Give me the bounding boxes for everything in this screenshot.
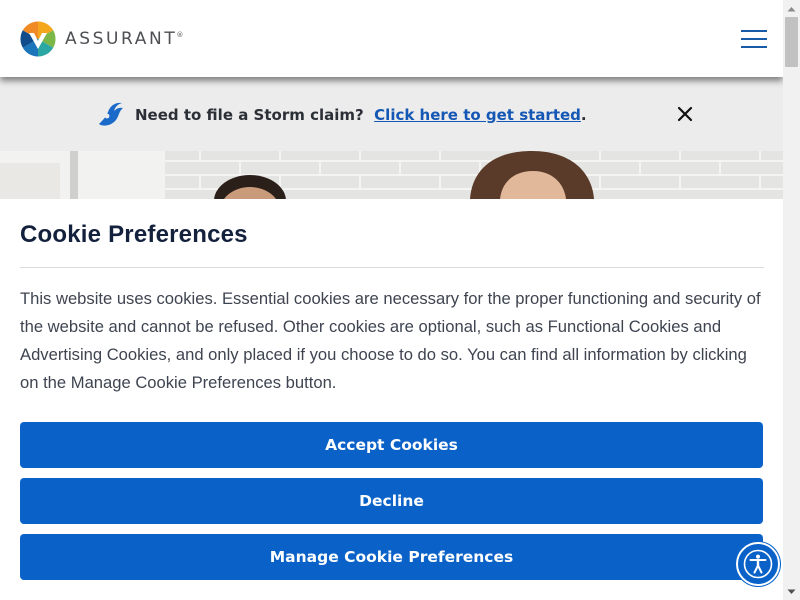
manage-cookie-preferences-button[interactable]: Manage Cookie Preferences: [20, 534, 763, 580]
get-started-link[interactable]: Click here to get started: [374, 106, 581, 124]
scroll-down-arrow-icon[interactable]: [783, 583, 800, 600]
hero-image: [0, 151, 783, 199]
close-icon[interactable]: [674, 103, 696, 125]
page-scrollbar[interactable]: [783, 0, 800, 600]
site-header: ASSURANT®: [0, 0, 783, 77]
scroll-up-arrow-icon[interactable]: [783, 0, 800, 17]
scrollbar-thumb[interactable]: [785, 17, 798, 67]
accept-cookies-button[interactable]: Accept Cookies: [20, 422, 763, 468]
banner-message: Need to file a Storm claim? Click here t…: [97, 101, 587, 129]
storm-wave-icon: [99, 102, 123, 126]
brand-name: ASSURANT®: [65, 28, 184, 49]
cookie-description: This website uses cookies. Essential coo…: [20, 289, 761, 392]
cookie-preferences-dialog: Cookie Preferences This website uses coo…: [0, 199, 783, 600]
banner-text: Need to file a Storm claim? Click here t…: [135, 106, 587, 124]
assurant-logo[interactable]: ASSURANT®: [20, 20, 184, 57]
assurant-logo-icon: [20, 20, 56, 57]
cookie-dialog-title: Cookie Preferences: [20, 221, 248, 248]
hamburger-menu-icon[interactable]: [741, 28, 767, 50]
storm-claim-banner: Need to file a Storm claim? Click here t…: [0, 77, 783, 151]
accessibility-icon[interactable]: [736, 542, 780, 586]
decline-cookies-button[interactable]: Decline: [20, 478, 763, 524]
divider: [20, 267, 764, 268]
